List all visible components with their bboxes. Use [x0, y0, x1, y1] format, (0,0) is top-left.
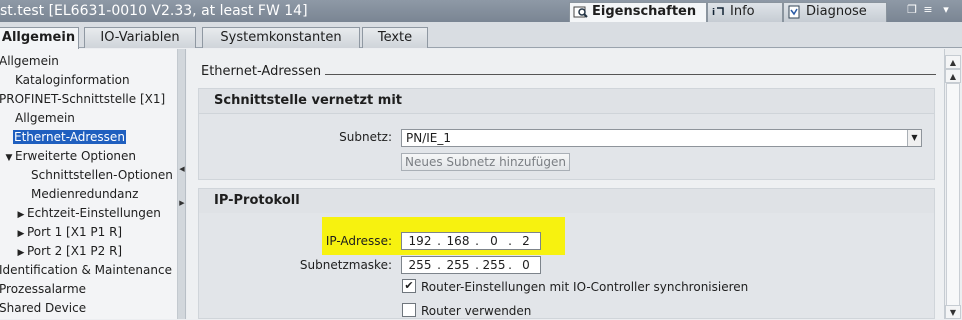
subnet-mask-input[interactable]: 255 . 255 . 255 . 0 [401, 256, 541, 274]
ip-octet-2: 168 [446, 234, 470, 248]
ip-octet-4: 2 [522, 234, 530, 248]
nav-item-ethernet-adressen[interactable]: Ethernet-Adressen [13, 128, 126, 147]
menu-icon[interactable]: ≡ [921, 3, 935, 17]
subnet-mask-label: Subnetzmaske: [299, 258, 392, 272]
nav-item-identification[interactable]: Identification & Maintenance [0, 261, 172, 280]
nav-item-echtzeit-einstellungen[interactable]: ▶ Echtzeit-Einstellungen [15, 204, 161, 223]
nav-item-shared-device[interactable]: Shared Device [0, 299, 86, 318]
ip-group-title: IP-Protokoll [199, 189, 934, 213]
info-icon: i [712, 7, 724, 18]
use-router-label: Router verwenden [421, 304, 532, 318]
nav-item-allgemein[interactable]: Allgemein [0, 52, 59, 71]
mask-octet-1: 255 [408, 258, 432, 272]
scroll-down-icon[interactable]: ▼ [945, 305, 961, 319]
svg-text:i: i [712, 8, 715, 18]
diagnostics-icon [788, 5, 800, 19]
tab-diagnose[interactable]: Diagnose [783, 2, 887, 22]
nav-item-medienredundanz[interactable]: Medienredundanz [31, 185, 138, 204]
scroll-top-icon[interactable]: ▲ [945, 55, 961, 69]
nav-item-kataloginformation[interactable]: Kataloginformation [15, 71, 130, 90]
add-subnet-button[interactable]: Neues Subnetz hinzufügen [401, 153, 570, 171]
ip-octet-3: 0 [490, 234, 498, 248]
sidebar-nav: Allgemein Kataloginformation PROFINET-Sc… [0, 49, 178, 319]
nav-item-schnittstellen-optionen[interactable]: Schnittstellen-Optionen [31, 166, 173, 185]
tab-systemkonstanten[interactable]: Systemkonstanten [202, 27, 360, 48]
expand-right-icon[interactable]: ▶ [179, 198, 185, 208]
nav-item-allgemein-sub[interactable]: Allgemein [15, 109, 75, 128]
tab-info[interactable]: i Info [707, 2, 783, 22]
tab-allgemein[interactable]: Allgemein [0, 27, 79, 49]
subnet-value: PN/IE_1 [406, 131, 452, 145]
chevron-down-icon[interactable]: ▾ [939, 3, 953, 17]
subnet-select[interactable]: PN/IE_1 ▼ [401, 129, 922, 147]
ip-address-input[interactable]: 192 . 168 . 0 . 2 [401, 232, 541, 250]
scroll-up-icon[interactable]: ▲ [945, 69, 961, 83]
tab-eigenschaften-label: Eigenschaften [592, 4, 697, 19]
section-title: Ethernet-Adressen [201, 64, 322, 79]
ip-octet-1: 192 [408, 234, 432, 248]
expand-down-icon[interactable]: ▼ [3, 149, 15, 168]
properties-icon [573, 6, 588, 18]
splitter[interactable] [178, 49, 186, 319]
restore-icon[interactable]: ❐ [905, 3, 919, 17]
nav-item-profinet-schnittstelle[interactable]: PROFINET-Schnittstelle [X1] [0, 90, 165, 109]
ip-address-label: IP-Adresse: [325, 234, 392, 248]
nav-item-erweiterte-optionen[interactable]: ▼ Erweiterte Optionen [3, 147, 136, 166]
chevron-down-icon[interactable]: ▼ [907, 130, 921, 146]
tab-diagnose-label: Diagnose [806, 4, 867, 19]
section-divider [325, 74, 936, 75]
collapse-left-icon[interactable]: ◀ [179, 164, 185, 174]
sync-router-checkbox[interactable]: ✔ [402, 279, 416, 293]
network-group-title: Schnittstelle vernetzt mit [199, 89, 934, 114]
sync-router-label: Router-Einstellungen mit IO-Controller s… [421, 280, 749, 294]
tab-texte[interactable]: Texte [362, 27, 428, 48]
tab-eigenschaften[interactable]: Eigenschaften [569, 2, 707, 23]
mask-octet-2: 255 [446, 258, 470, 272]
subnet-label: Subnetz: [339, 130, 392, 144]
tab-io-variablen[interactable]: IO-Variablen [84, 27, 196, 48]
use-router-checkbox[interactable] [402, 303, 416, 317]
window-title: st.test [EL6631-0010 V2.33, at least FW … [0, 3, 308, 19]
mask-octet-4: 0 [522, 258, 530, 272]
nav-item-port1[interactable]: ▶ Port 1 [X1 P1 R] [15, 223, 123, 242]
nav-item-prozessalarme[interactable]: Prozessalarme [0, 280, 86, 299]
scroll-thumb[interactable] [946, 83, 960, 312]
nav-item-port2[interactable]: ▶ Port 2 [X1 P2 R] [15, 242, 123, 261]
mask-octet-3: 255 [482, 258, 506, 272]
tab-info-label: Info [730, 4, 755, 19]
ip-group: IP-Protokoll [198, 188, 935, 319]
